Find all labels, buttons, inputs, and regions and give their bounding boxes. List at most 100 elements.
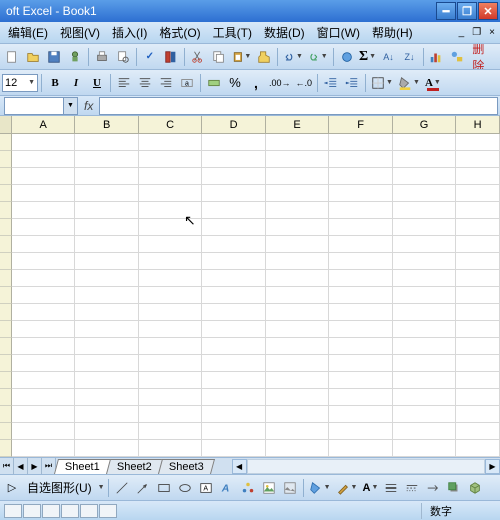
cell[interactable] [456, 389, 500, 406]
row-header[interactable] [0, 287, 12, 304]
cell[interactable] [139, 423, 202, 440]
cell[interactable] [266, 253, 329, 270]
cell[interactable] [456, 219, 500, 236]
cell[interactable] [202, 236, 265, 253]
cell[interactable] [139, 321, 202, 338]
sheet-tab-1[interactable]: Sheet1 [54, 459, 111, 474]
cell[interactable] [202, 168, 265, 185]
underline-button[interactable]: U [87, 73, 107, 93]
close-button[interactable]: ✕ [478, 2, 498, 20]
cell[interactable] [393, 219, 456, 236]
cell[interactable] [75, 236, 138, 253]
cell[interactable] [266, 389, 329, 406]
research-icon[interactable] [161, 47, 181, 67]
new-icon[interactable] [2, 47, 22, 67]
hscroll-right[interactable]: ▶ [485, 459, 500, 474]
cell[interactable] [266, 168, 329, 185]
formula-input[interactable] [99, 97, 498, 115]
cell[interactable] [456, 423, 500, 440]
column-header-F[interactable]: F [329, 116, 392, 133]
cut-icon[interactable] [188, 47, 208, 67]
cell[interactable] [202, 355, 265, 372]
wordart-icon[interactable]: A [217, 478, 237, 498]
cell[interactable] [329, 406, 392, 423]
cell[interactable] [456, 185, 500, 202]
cell[interactable] [329, 372, 392, 389]
hscroll-track[interactable] [247, 459, 485, 474]
cell[interactable] [456, 406, 500, 423]
cell[interactable] [329, 185, 392, 202]
cell[interactable] [75, 253, 138, 270]
cell[interactable] [12, 372, 75, 389]
cell[interactable] [329, 236, 392, 253]
cell[interactable] [329, 423, 392, 440]
hyperlink-icon[interactable] [337, 47, 357, 67]
rectangle-icon[interactable] [154, 478, 174, 498]
autosum-icon[interactable]: Σ▼ [358, 47, 378, 67]
cell[interactable] [393, 406, 456, 423]
increase-indent-icon[interactable] [342, 73, 362, 93]
column-header-H[interactable]: H [456, 116, 500, 133]
column-header-B[interactable]: B [75, 116, 138, 133]
doc-restore-button[interactable]: ❐ [469, 27, 484, 38]
cell[interactable] [202, 253, 265, 270]
borders-icon[interactable]: ▼ [369, 73, 395, 93]
cell[interactable] [456, 355, 500, 372]
cell[interactable] [139, 372, 202, 389]
cell[interactable] [12, 423, 75, 440]
row-header[interactable] [0, 304, 12, 321]
diagram-icon[interactable] [238, 478, 258, 498]
cell[interactable] [202, 202, 265, 219]
cell[interactable] [393, 202, 456, 219]
cell[interactable] [393, 151, 456, 168]
row-header[interactable] [0, 406, 12, 423]
cell[interactable] [12, 151, 75, 168]
sheet-tab-2[interactable]: Sheet2 [106, 459, 163, 474]
name-box-dropdown[interactable]: ▼ [64, 97, 78, 115]
line-icon[interactable] [112, 478, 132, 498]
draw-menu-icon[interactable]: ▷ [2, 478, 22, 498]
cell[interactable] [456, 202, 500, 219]
cell[interactable] [75, 406, 138, 423]
print-icon[interactable] [92, 47, 112, 67]
cell[interactable] [393, 389, 456, 406]
cell[interactable] [75, 389, 138, 406]
align-right-icon[interactable] [156, 73, 176, 93]
cell[interactable] [393, 168, 456, 185]
currency-icon[interactable] [204, 73, 224, 93]
cell[interactable] [75, 202, 138, 219]
cell[interactable] [139, 287, 202, 304]
line-style-icon[interactable] [381, 478, 401, 498]
row-header[interactable] [0, 134, 12, 151]
cell[interactable] [266, 338, 329, 355]
open-icon[interactable] [23, 47, 43, 67]
cell[interactable] [393, 355, 456, 372]
cell[interactable] [139, 270, 202, 287]
cell[interactable] [75, 168, 138, 185]
autoshapes-button[interactable]: 自选图形(U) [23, 479, 96, 496]
cell[interactable] [12, 406, 75, 423]
cell[interactable] [266, 219, 329, 236]
italic-button[interactable]: I [66, 73, 86, 93]
select-all-button[interactable] [0, 116, 12, 133]
cell[interactable] [329, 355, 392, 372]
cell[interactable] [75, 287, 138, 304]
print-preview-icon[interactable] [113, 47, 133, 67]
format-painter-icon[interactable] [254, 47, 274, 67]
cell[interactable] [12, 185, 75, 202]
copy-icon[interactable] [209, 47, 229, 67]
menu-data[interactable]: 数据(D) [258, 22, 311, 43]
cell[interactable] [202, 219, 265, 236]
cell[interactable] [139, 304, 202, 321]
cell[interactable] [393, 236, 456, 253]
row-header[interactable] [0, 423, 12, 440]
cell[interactable] [266, 355, 329, 372]
row-header[interactable] [0, 253, 12, 270]
cell[interactable] [12, 338, 75, 355]
cell[interactable] [456, 134, 500, 151]
menu-help[interactable]: 帮助(H) [366, 22, 419, 43]
column-header-G[interactable]: G [393, 116, 456, 133]
cell[interactable] [456, 151, 500, 168]
cell[interactable] [139, 253, 202, 270]
merge-center-icon[interactable]: a [177, 73, 197, 93]
